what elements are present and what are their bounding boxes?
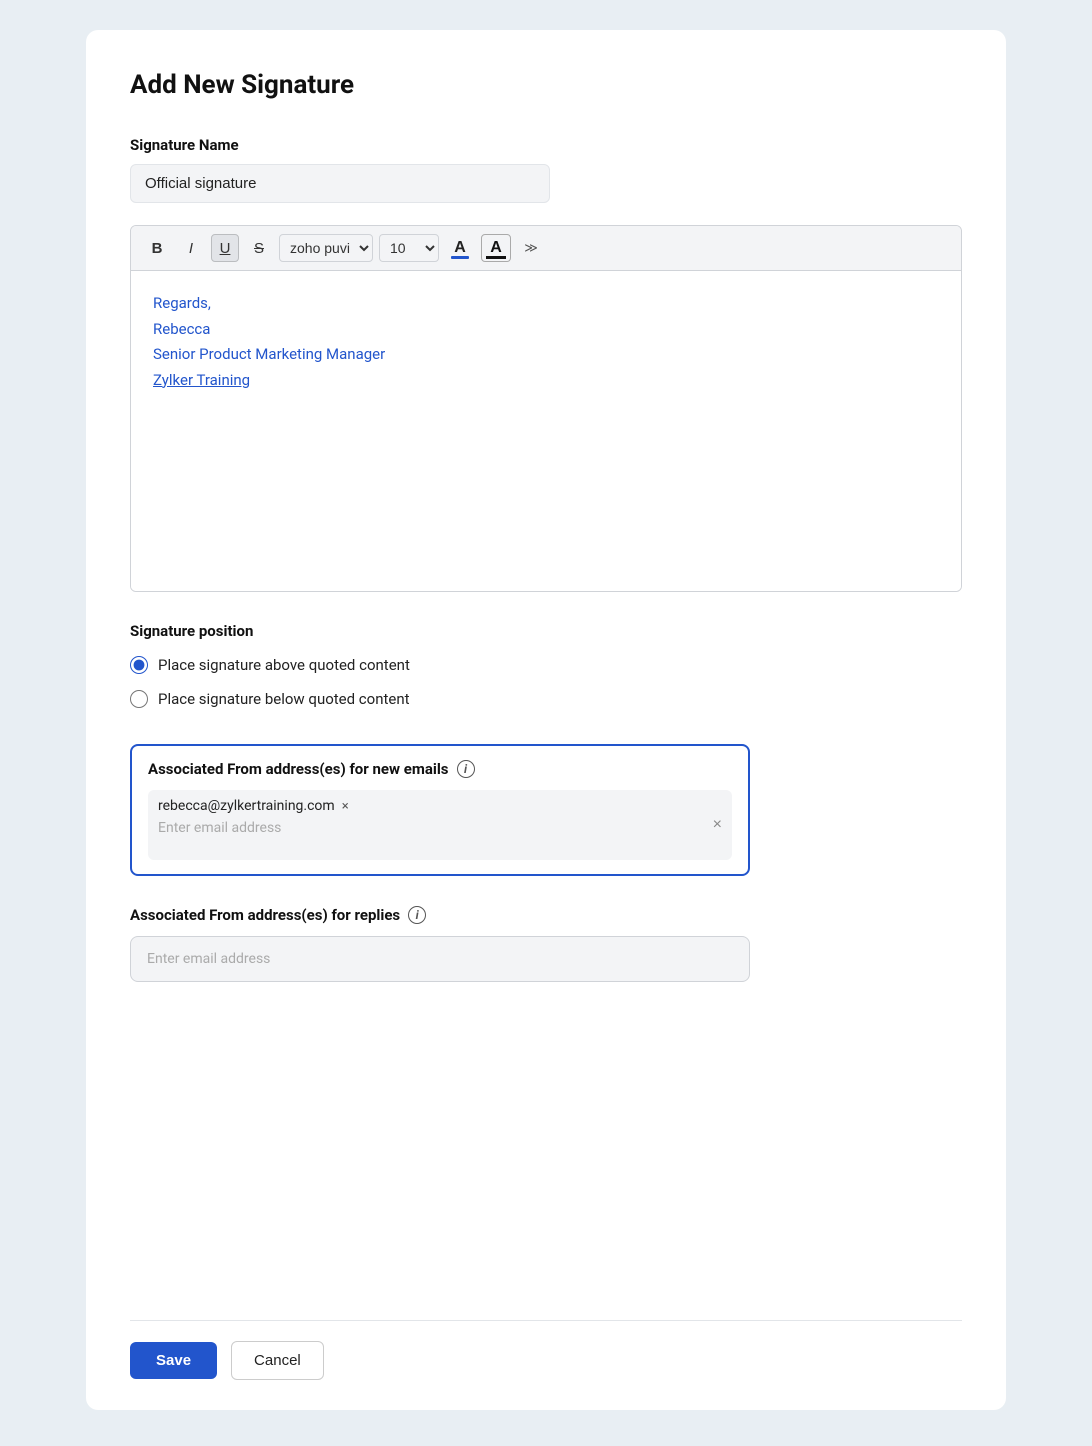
sig-line-3: Senior Product Marketing Manager	[153, 342, 939, 368]
highlight-letter: A	[490, 240, 502, 256]
editor-body[interactable]: Regards, Rebecca Senior Product Marketin…	[131, 271, 961, 591]
cancel-button[interactable]: Cancel	[231, 1341, 324, 1380]
sig-line-4[interactable]: Zylker Training	[153, 368, 939, 394]
signature-name-label: Signature Name	[130, 136, 962, 154]
main-card: Add New Signature Signature Name B I U S…	[86, 30, 1006, 1410]
font-color-bar	[451, 256, 469, 259]
italic-button[interactable]: I	[177, 234, 205, 262]
page-title: Add New Signature	[130, 70, 962, 100]
associated-new-label-row: Associated From address(es) for new emai…	[148, 760, 732, 778]
associated-new-box: Associated From address(es) for new emai…	[130, 744, 750, 876]
clear-all-button[interactable]: ×	[713, 816, 722, 834]
signature-editor: B I U S zoho puvi 10 A A ≫ Regards, Rebe…	[130, 225, 962, 592]
font-family-select[interactable]: zoho puvi	[279, 234, 373, 262]
font-color-letter: A	[454, 240, 466, 256]
associated-new-section: Associated From address(es) for new emai…	[130, 744, 962, 906]
radio-above-input[interactable]	[130, 656, 148, 674]
associated-replies-info-icon[interactable]: i	[408, 906, 426, 924]
highlight-button[interactable]: A	[481, 234, 511, 262]
radio-group: Place signature above quoted content Pla…	[130, 656, 962, 708]
associated-replies-input-area[interactable]: Enter email address	[130, 936, 750, 982]
save-button[interactable]: Save	[130, 1342, 217, 1379]
radio-below-label: Place signature below quoted content	[158, 690, 410, 708]
email-tag-row: rebecca@zylkertraining.com ×	[158, 798, 722, 814]
signature-name-input[interactable]	[130, 164, 550, 203]
signature-position-label: Signature position	[130, 622, 962, 640]
footer-bar: Save Cancel	[130, 1320, 962, 1410]
editor-toolbar: B I U S zoho puvi 10 A A ≫	[131, 226, 961, 271]
associated-new-label: Associated From address(es) for new emai…	[148, 760, 449, 778]
radio-below[interactable]: Place signature below quoted content	[130, 690, 962, 708]
associated-new-input-area[interactable]: rebecca@zylkertraining.com × Enter email…	[148, 790, 732, 860]
radio-above-label: Place signature above quoted content	[158, 656, 410, 674]
font-color-button[interactable]: A	[445, 234, 475, 262]
associated-new-info-icon[interactable]: i	[457, 760, 475, 778]
associated-new-placeholder: Enter email address	[158, 820, 722, 836]
sig-line-2: Rebecca	[153, 317, 939, 343]
underline-button[interactable]: U	[211, 234, 239, 262]
more-options-button[interactable]: ≫	[517, 234, 545, 262]
associated-replies-placeholder: Enter email address	[147, 951, 733, 967]
signature-position-section: Signature position Place signature above…	[130, 622, 962, 744]
radio-above[interactable]: Place signature above quoted content	[130, 656, 962, 674]
bold-button[interactable]: B	[143, 234, 171, 262]
highlight-bar	[486, 256, 506, 259]
radio-below-input[interactable]	[130, 690, 148, 708]
associated-replies-label-row: Associated From address(es) for replies …	[130, 906, 962, 924]
signature-name-section: Signature Name	[130, 136, 962, 225]
email-tag-remove[interactable]: ×	[342, 799, 349, 814]
email-tag-value: rebecca@zylkertraining.com	[158, 798, 335, 814]
associated-replies-section: Associated From address(es) for replies …	[130, 906, 962, 1012]
strikethrough-button[interactable]: S	[245, 234, 273, 262]
sig-line-1: Regards,	[153, 291, 939, 317]
email-tag: rebecca@zylkertraining.com ×	[158, 798, 349, 814]
font-size-select[interactable]: 10	[379, 234, 439, 262]
associated-replies-label: Associated From address(es) for replies	[130, 906, 400, 924]
